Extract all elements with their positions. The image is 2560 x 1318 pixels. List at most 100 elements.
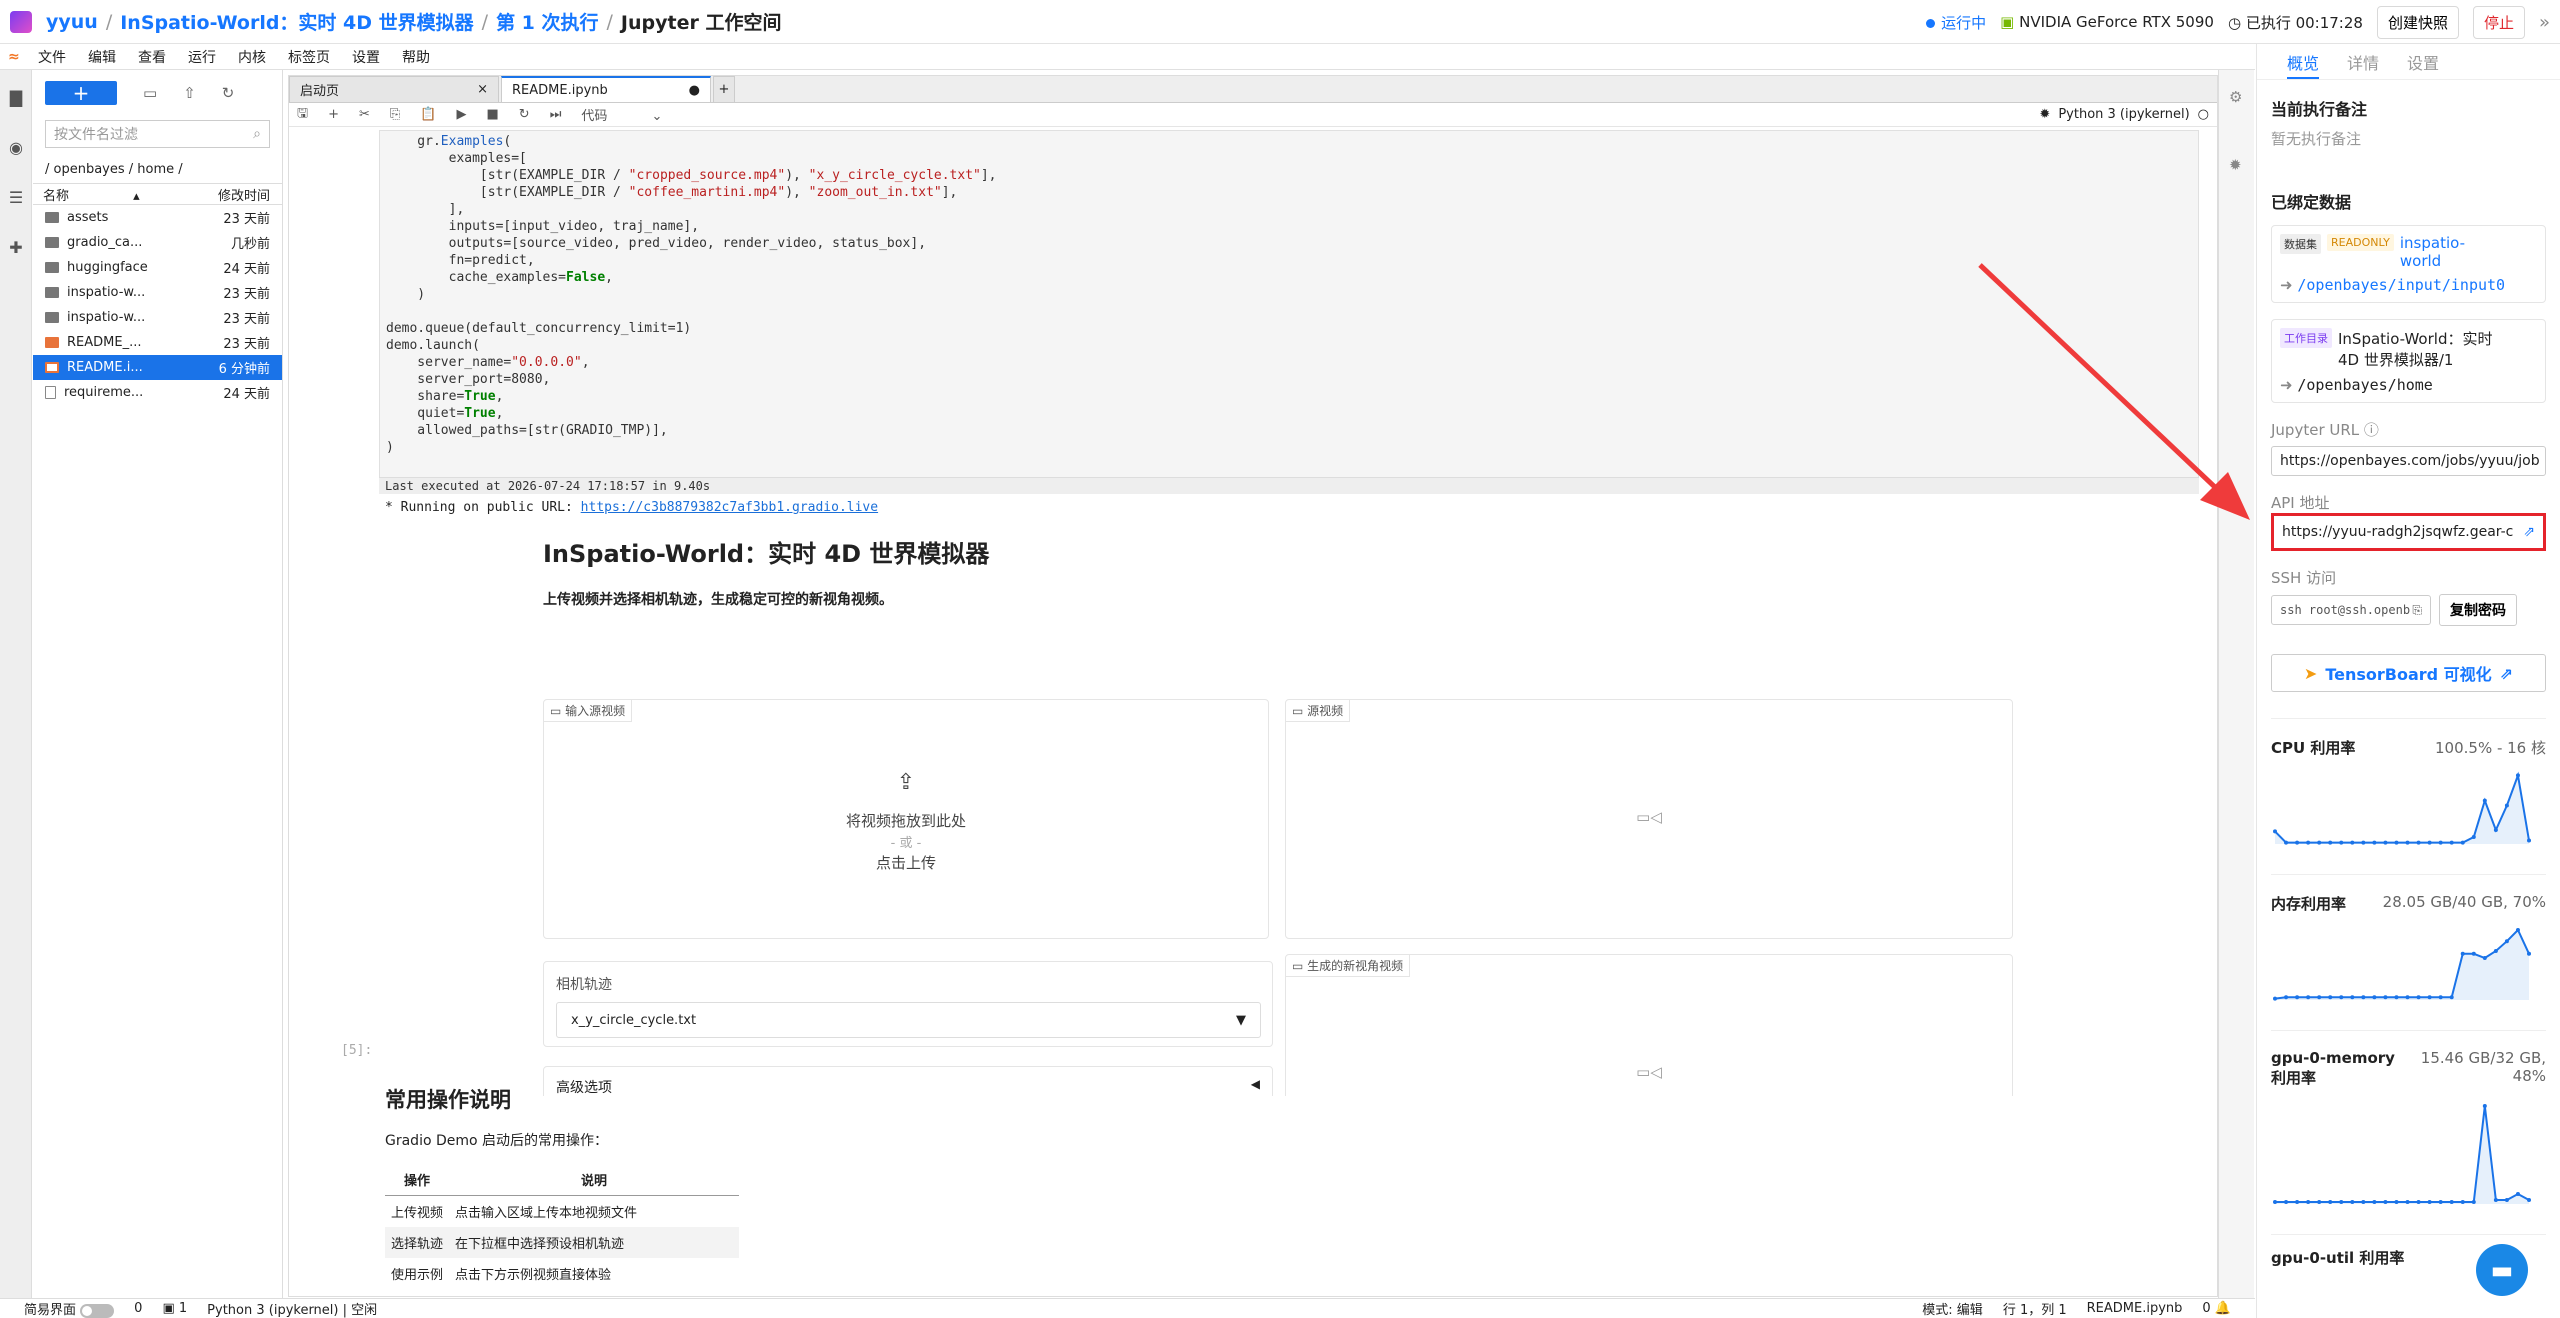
- cursor-position[interactable]: 行 1，列 1: [2003, 1299, 2067, 1318]
- menu-view[interactable]: 查看: [138, 47, 166, 67]
- folder-icon[interactable]: ▇: [7, 88, 25, 107]
- kernel-status[interactable]: Python 3 (ipykernel) | 空闲: [207, 1299, 377, 1318]
- copy-icon[interactable]: ⎘: [2412, 603, 2422, 618]
- run-cell-icon[interactable]: ▶: [456, 107, 466, 122]
- jupyter-url-field[interactable]: https://openbayes.com/jobs/yyuu/job: [2271, 446, 2546, 476]
- collapse-panel-icon[interactable]: »: [2539, 12, 2550, 33]
- list-item[interactable]: inspatio-w... 23 天前: [33, 305, 282, 330]
- new-folder-icon[interactable]: ▭: [143, 84, 157, 102]
- refresh-icon[interactable]: ↻: [222, 84, 235, 102]
- run-all-icon[interactable]: ⏭: [550, 107, 562, 122]
- restart-icon[interactable]: ↻: [519, 107, 530, 122]
- chevron-down-icon: ⌄: [651, 109, 663, 124]
- list-item[interactable]: assets 23 天前: [33, 205, 282, 230]
- list-item[interactable]: inspatio-w... 23 天前: [33, 280, 282, 305]
- sparkline-point: [2350, 840, 2355, 845]
- tensorboard-button[interactable]: ➤ TensorBoard 可视化 ⇗: [2271, 654, 2546, 692]
- code-cell[interactable]: gr.Examples( examples=[ [str(EXAMPLE_DIR…: [379, 130, 2199, 485]
- sparkline-point: [2460, 1200, 2465, 1204]
- tab-launcher[interactable]: 启动页 ×: [289, 76, 499, 102]
- metric-cpu: CPU 利用率 100.5% - 16 核: [2271, 718, 2546, 848]
- breadcrumb-run[interactable]: 第 1 次执行: [496, 8, 598, 35]
- simple-mode-toggle[interactable]: 简易界面: [24, 1299, 115, 1318]
- sparkline-area: [2275, 930, 2529, 1000]
- upload-icon[interactable]: ⇧: [183, 84, 196, 102]
- extension-icon[interactable]: ✚: [7, 238, 25, 257]
- insert-cell-icon[interactable]: +: [328, 107, 339, 122]
- sparkline-point: [2394, 840, 2399, 845]
- sparkline-point: [2482, 1104, 2487, 1108]
- chat-support-button[interactable]: ▬: [2476, 1244, 2528, 1296]
- tab-readme[interactable]: README.ipynb ●: [501, 76, 711, 102]
- menu-edit[interactable]: 编辑: [88, 47, 116, 67]
- save-icon[interactable]: 🖫: [297, 104, 308, 126]
- table-row: 选择轨迹 在下拉框中选择预设相机轨迹: [385, 1227, 740, 1258]
- list-item[interactable]: huggingface 24 天前: [33, 255, 282, 280]
- close-icon[interactable]: ×: [477, 82, 488, 97]
- arrow-right-icon: ➜: [2280, 276, 2293, 294]
- status-bar: 简易界面 0 ▣ 1 Python 3 (ipykernel) | 空闲 模式:…: [0, 1298, 2255, 1318]
- breadcrumb-workspace: Jupyter 工作空间: [620, 12, 782, 34]
- markdown-cell[interactable]: 常用操作说明 Gradio Demo 启动后的常用操作： 操作 说明 上传视频 点击…: [385, 1084, 1385, 1289]
- sparkline-point: [2350, 995, 2355, 1000]
- menu-help[interactable]: 帮助: [402, 47, 430, 67]
- file-filter-input[interactable]: 按文件名过滤 ⌕: [45, 120, 270, 148]
- list-item-selected[interactable]: README.i... 6 分钟前: [33, 355, 282, 380]
- sparkline-point: [2460, 951, 2465, 956]
- sparkline-point: [2372, 1200, 2377, 1204]
- menu-tabs[interactable]: 标签页: [288, 47, 330, 67]
- col-name[interactable]: 名称 ▴: [43, 185, 140, 204]
- copy-password-button[interactable]: 复制密码: [2439, 594, 2517, 626]
- sparkline-point: [2273, 1200, 2277, 1204]
- toggle-switch[interactable]: [80, 1303, 115, 1318]
- cell-type-select[interactable]: 代码 ⌄: [581, 105, 662, 124]
- workdir-tag: 工作目录: [2280, 328, 2332, 348]
- api-url-field[interactable]: https://yyuu-radgh2jsqwfz.gear-c ⇗: [2274, 516, 2543, 548]
- create-snapshot-button[interactable]: 创建快照: [2376, 5, 2459, 39]
- dataset-link[interactable]: inspatio-world: [2400, 234, 2480, 270]
- breadcrumb: yyuu / InSpatio-World：实时 4D 世界模拟器 / 第 1 …: [46, 8, 781, 35]
- sparkline-point: [2449, 840, 2454, 845]
- public-url-link[interactable]: https://c3b8879382c7af3bb1.gradio.live: [581, 500, 878, 515]
- notebook-toolbar: 🖫 + ✂ ⎘ 📋 ▶ ■ ↻ ⏭ 代码 ⌄ ✹ Python 3 (ipyker…: [289, 103, 2217, 127]
- interrupt-icon[interactable]: ■: [486, 107, 498, 122]
- upload-icon: ⇪: [896, 770, 916, 795]
- notification-count[interactable]: 0 🔔: [2202, 1301, 2231, 1316]
- toc-icon[interactable]: ☰: [7, 188, 25, 207]
- new-launcher-button[interactable]: +: [45, 81, 117, 105]
- cut-icon[interactable]: ✂: [359, 107, 370, 122]
- list-item[interactable]: gradio_ca... 几秒前: [33, 230, 282, 255]
- breadcrumb-user[interactable]: yyuu: [46, 11, 98, 33]
- menu-file[interactable]: 文件: [38, 47, 66, 67]
- property-inspector-icon[interactable]: ⚙: [2229, 88, 2244, 106]
- new-tab-button[interactable]: +: [713, 76, 735, 102]
- unsaved-dot-icon[interactable]: ●: [689, 83, 700, 98]
- kernel-count[interactable]: 0: [134, 1301, 142, 1316]
- terminal-count[interactable]: ▣ 1: [162, 1301, 187, 1316]
- external-link-icon[interactable]: ⇗: [2523, 524, 2535, 540]
- tab-settings[interactable]: 设置: [2407, 50, 2439, 79]
- breadcrumb-project[interactable]: InSpatio-World：实时 4D 世界模拟器: [120, 8, 473, 35]
- tab-overview[interactable]: 概览: [2287, 50, 2320, 79]
- debugger-icon[interactable]: ✹: [2229, 156, 2244, 174]
- menu-kernel[interactable]: 内核: [238, 47, 266, 67]
- ssh-command-field[interactable]: ssh root@ssh.openbayes⎘: [2271, 595, 2431, 625]
- copy-icon[interactable]: ⎘: [390, 107, 400, 122]
- sparkline-point: [2284, 1200, 2289, 1204]
- list-item[interactable]: README_... 23 天前: [33, 330, 282, 355]
- running-icon[interactable]: ◉: [7, 138, 25, 157]
- menu-run[interactable]: 运行: [188, 47, 216, 67]
- kernel-name[interactable]: Python 3 (ipykernel): [2058, 107, 2189, 122]
- col-modified[interactable]: 修改时间: [218, 185, 270, 204]
- paste-icon[interactable]: 📋: [420, 107, 436, 122]
- bug-icon[interactable]: ✹: [2039, 107, 2050, 122]
- menu-settings[interactable]: 设置: [352, 47, 380, 67]
- execution-note: Last executed at 2026-07-24 17:18:57 in …: [379, 477, 2199, 494]
- list-item[interactable]: requireme... 24 天前: [33, 380, 282, 405]
- input-video-upload[interactable]: ▭ 输入源视频 ⇪ 将视频拖放到此处 - 或 - 点击上传: [543, 699, 1269, 939]
- stop-button[interactable]: 停止: [2472, 5, 2525, 39]
- trajectory-select[interactable]: x_y_circle_cycle.txt ▼: [556, 1002, 1261, 1038]
- tab-detail[interactable]: 详情: [2347, 50, 2379, 79]
- info-icon[interactable]: ⓘ: [2364, 421, 2379, 439]
- sparkline-point: [2284, 840, 2289, 845]
